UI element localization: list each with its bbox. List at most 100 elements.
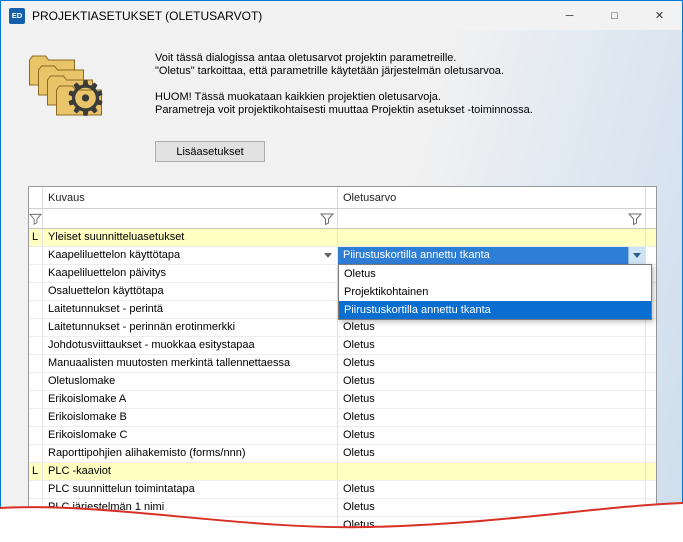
column-header-filler [646, 187, 656, 208]
combo-dropdown-button[interactable] [628, 247, 645, 264]
screenshot-tear-line [0, 492, 683, 542]
app-icon: ED [9, 8, 25, 24]
dropdown-arrow-icon [633, 253, 641, 258]
gear-icon: ⚙ [64, 76, 107, 124]
description-cell[interactable]: Oletuslomake [43, 373, 338, 390]
value-cell[interactable]: Oletus [338, 319, 646, 336]
row-level-cell: L [29, 229, 43, 246]
folders-gear-illustration: ⚙ [28, 54, 128, 140]
setting-row[interactable]: Laitetunnukset - perinnän erotinmerkkiOl… [29, 319, 656, 337]
setting-row[interactable]: OletuslomakeOletus [29, 373, 656, 391]
value-cell[interactable]: Oletus [338, 355, 646, 372]
dropdown-item[interactable]: Projektikohtainen [339, 283, 651, 301]
row-level-cell: L [29, 463, 43, 480]
window-title: PROJEKTIASETUKSET (OLETUSARVOT) [32, 9, 262, 23]
row-level-cell [29, 301, 43, 318]
description-cell[interactable]: Kaapeliluettelon päivitys [43, 265, 338, 282]
filler-cell [646, 427, 656, 444]
intro-line: Voit tässä dialogissa antaa oletusarvot … [155, 52, 655, 65]
column-header-oletusarvo[interactable]: Oletusarvo [338, 187, 646, 208]
value-cell[interactable]: Piirustuskortilla annettu tkanta [338, 247, 646, 264]
close-button[interactable]: ✕ [637, 1, 682, 30]
combo-dropdown-list[interactable]: Oletus Projektikohtainen Piirustuskortil… [338, 264, 652, 320]
filler-cell [646, 319, 656, 336]
row-level-cell [29, 337, 43, 354]
dropdown-item-selected[interactable]: Piirustuskortilla annettu tkanta [339, 301, 651, 319]
setting-row[interactable]: Erikoislomake AOletus [29, 391, 656, 409]
value-cell[interactable]: Oletus [338, 373, 646, 390]
filler-cell [646, 229, 656, 246]
value-cell[interactable]: Oletus [338, 427, 646, 444]
description-cell[interactable]: Osaluettelon käyttötapa [43, 283, 338, 300]
chevron-down-icon[interactable] [324, 253, 332, 258]
row-level-cell [29, 265, 43, 282]
value-cell[interactable] [338, 463, 646, 480]
value-cell[interactable] [338, 229, 646, 246]
description-cell[interactable]: Raporttipohjien alihakemisto (forms/nnn) [43, 445, 338, 462]
filler-cell [646, 463, 656, 480]
row-level-cell [29, 247, 43, 264]
section-header-row[interactable]: LYleiset suunnitteluasetukset [29, 229, 656, 247]
filter-cell-filler [646, 209, 656, 228]
description-cell[interactable]: Erikoislomake A [43, 391, 338, 408]
column-header-level [29, 187, 43, 208]
description-cell[interactable]: Laitetunnukset - perinnän erotinmerkki [43, 319, 338, 336]
table-header-row: Kuvaus Oletusarvo [29, 187, 656, 209]
filler-cell [646, 391, 656, 408]
intro-line: HUOM! Tässä muokataan kaikkien projektie… [155, 91, 655, 104]
setting-row[interactable]: Raporttipohjien alihakemisto (forms/nnn)… [29, 445, 656, 463]
setting-row[interactable]: Manuaalisten muutosten merkintä tallenne… [29, 355, 656, 373]
row-level-cell [29, 427, 43, 444]
column-header-kuvaus[interactable]: Kuvaus [43, 187, 338, 208]
row-level-cell [29, 445, 43, 462]
setting-row[interactable]: Johdotusviittaukset - muokkaa esitystapa… [29, 337, 656, 355]
filter-row [29, 209, 656, 229]
description-cell[interactable]: Kaapeliluettelon käyttötapa [43, 247, 338, 264]
filter-cell-kuvaus[interactable] [43, 209, 338, 228]
row-level-cell [29, 355, 43, 372]
filter-funnel-icon [320, 213, 334, 225]
intro-line: "Oletus" tarkoittaa, että parametrille k… [155, 65, 655, 78]
filler-cell [646, 445, 656, 462]
row-level-cell [29, 409, 43, 426]
window-controls: ─ □ ✕ [547, 1, 682, 30]
filler-cell [646, 247, 656, 264]
combo-selected-value[interactable]: Piirustuskortilla annettu tkanta [338, 247, 628, 264]
filler-cell [646, 373, 656, 390]
filler-cell [646, 409, 656, 426]
dropdown-item[interactable]: Oletus [339, 265, 651, 283]
minimize-button[interactable]: ─ [547, 1, 592, 30]
setting-row[interactable]: Erikoislomake BOletus [29, 409, 656, 427]
intro-line [155, 78, 655, 91]
description-cell[interactable]: Yleiset suunnitteluasetukset [43, 229, 338, 246]
maximize-button[interactable]: □ [592, 1, 637, 30]
description-cell[interactable]: Erikoislomake C [43, 427, 338, 444]
description-text: Kaapeliluettelon käyttötapa [48, 247, 180, 264]
filter-cell-oletusarvo[interactable] [338, 209, 646, 228]
row-level-cell [29, 319, 43, 336]
intro-text: Voit tässä dialogissa antaa oletusarvot … [155, 52, 655, 117]
description-cell[interactable]: Laitetunnukset - perintä [43, 301, 338, 318]
value-cell[interactable]: Oletus [338, 337, 646, 354]
setting-row[interactable]: Kaapeliluettelon käyttötapa Piirustuskort… [29, 247, 656, 265]
description-cell[interactable]: Manuaalisten muutosten merkintä tallenne… [43, 355, 338, 372]
value-cell[interactable]: Oletus [338, 445, 646, 462]
setting-row[interactable]: Erikoislomake COletus [29, 427, 656, 445]
filler-cell [646, 337, 656, 354]
row-level-cell [29, 391, 43, 408]
filter-cell-level[interactable] [29, 209, 43, 228]
dialog-window: ED PROJEKTIASETUKSET (OLETUSARVOT) ─ □ ✕… [0, 0, 683, 542]
row-level-cell [29, 373, 43, 390]
intro-line: Parametreja voit projektikohtaisesti muu… [155, 104, 655, 117]
filter-funnel-icon [29, 213, 42, 225]
description-cell[interactable]: Johdotusviittaukset - muokkaa esitystapa… [43, 337, 338, 354]
filter-funnel-icon [628, 213, 642, 225]
settings-table: Kuvaus Oletusarvo LYleiset suunnitteluas… [28, 186, 657, 534]
value-cell[interactable]: Oletus [338, 409, 646, 426]
description-cell[interactable]: Erikoislomake B [43, 409, 338, 426]
advanced-settings-button[interactable]: Lisäasetukset [155, 141, 265, 162]
description-cell[interactable]: PLC -kaaviot [43, 463, 338, 480]
titlebar[interactable]: ED PROJEKTIASETUKSET (OLETUSARVOT) ─ □ ✕ [1, 1, 682, 30]
section-header-row[interactable]: LPLC -kaaviot [29, 463, 656, 481]
value-cell[interactable]: Oletus [338, 391, 646, 408]
